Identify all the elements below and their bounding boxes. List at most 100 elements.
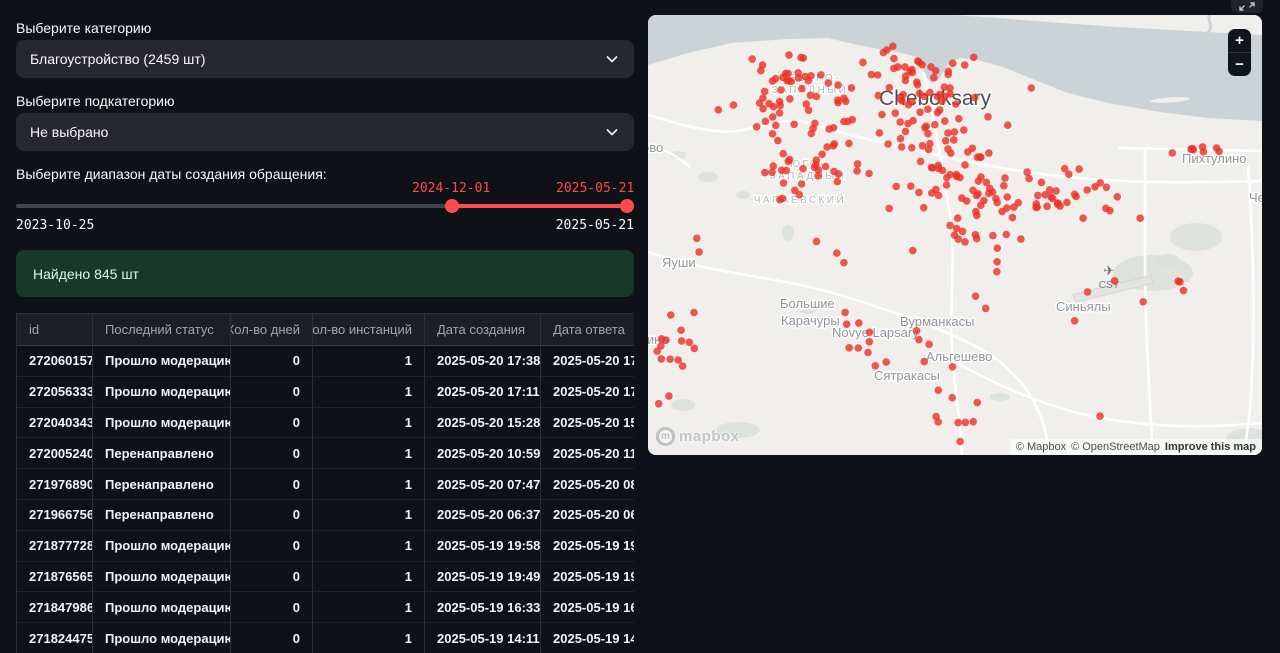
map-point[interactable] <box>993 258 1001 266</box>
map-point[interactable] <box>993 199 1001 207</box>
map-point[interactable] <box>1136 214 1144 222</box>
map-point[interactable] <box>909 69 917 77</box>
map-point[interactable] <box>818 151 826 159</box>
map-point[interactable] <box>855 344 863 352</box>
map-point[interactable] <box>898 143 906 151</box>
map-point[interactable] <box>976 153 984 161</box>
map-point[interactable] <box>907 182 915 190</box>
map-point[interactable] <box>985 149 993 157</box>
map-point[interactable] <box>678 337 686 345</box>
map-point[interactable] <box>653 347 661 355</box>
map-point[interactable] <box>1032 200 1040 208</box>
map-point[interactable] <box>904 120 912 128</box>
map-point[interactable] <box>715 106 723 114</box>
map-canvas[interactable]: ✈CSYСЕВЕРО-ЗАПАДНЫЙЮГО-ЗАПАДНЫЙЧАПАЕВСКИ… <box>648 15 1262 455</box>
map-point[interactable] <box>962 419 970 427</box>
map-point[interactable] <box>759 105 767 113</box>
map-point[interactable] <box>772 122 780 130</box>
map-point[interactable] <box>843 320 851 328</box>
map-point[interactable] <box>834 81 842 89</box>
map-point[interactable] <box>1000 182 1008 190</box>
map-point[interactable] <box>954 419 962 427</box>
map-point[interactable] <box>1199 143 1207 151</box>
map-point[interactable] <box>943 181 951 189</box>
map-point[interactable] <box>935 165 943 173</box>
map-point[interactable] <box>925 146 933 154</box>
map-point[interactable] <box>817 71 825 79</box>
map-point[interactable] <box>1096 179 1104 187</box>
map-point[interactable] <box>679 362 687 370</box>
map-point[interactable] <box>927 63 935 71</box>
map-point[interactable] <box>1103 184 1111 192</box>
map-point[interactable] <box>769 130 777 138</box>
map-point[interactable] <box>765 100 773 108</box>
map-point[interactable] <box>1003 204 1011 212</box>
map-point[interactable] <box>783 77 791 85</box>
map-point[interactable] <box>785 51 793 59</box>
mapbox-logo[interactable]: m mapbox <box>656 427 740 446</box>
map-point[interactable] <box>840 259 848 267</box>
map-point[interactable] <box>899 91 907 99</box>
map-point[interactable] <box>916 90 924 98</box>
map-point[interactable] <box>1075 165 1083 173</box>
map-point[interactable] <box>969 418 977 426</box>
map-point[interactable] <box>1169 149 1177 157</box>
subcategory-select[interactable]: Не выбрано <box>16 113 634 151</box>
map-point[interactable] <box>803 100 811 108</box>
map-point[interactable] <box>859 59 867 67</box>
map-point[interactable] <box>1003 193 1011 201</box>
slider-start-thumb[interactable] <box>445 199 459 213</box>
map-point[interactable] <box>686 339 694 347</box>
map-point[interactable] <box>884 140 892 148</box>
map-point[interactable] <box>945 68 953 76</box>
map-point[interactable] <box>970 54 978 62</box>
map-point[interactable] <box>809 125 817 133</box>
map-point[interactable] <box>961 238 969 246</box>
map-point[interactable] <box>812 161 820 169</box>
map-point[interactable] <box>1023 168 1031 176</box>
map-point[interactable] <box>909 247 917 255</box>
map-point[interactable] <box>1009 214 1017 222</box>
map-point[interactable] <box>973 235 981 243</box>
category-select[interactable]: Благоустройство (2459 шт) <box>16 40 634 78</box>
map-point[interactable] <box>786 95 794 103</box>
attribution-improve-link[interactable]: Improve this map <box>1165 441 1256 453</box>
map-point[interactable] <box>883 46 891 54</box>
map-point[interactable] <box>876 129 884 137</box>
map-point[interactable] <box>769 113 777 121</box>
map-point[interactable] <box>1056 202 1064 210</box>
map-point[interactable] <box>930 74 938 82</box>
map-point[interactable] <box>768 169 776 177</box>
map-point[interactable] <box>814 172 822 180</box>
map-point[interactable] <box>938 97 946 105</box>
map-point[interactable] <box>1180 287 1188 295</box>
map-point[interactable] <box>777 86 785 94</box>
map-point[interactable] <box>830 168 838 176</box>
zoom-out-button[interactable]: − <box>1228 53 1251 76</box>
map-point[interactable] <box>943 174 951 182</box>
map-point[interactable] <box>882 358 890 366</box>
map-point[interactable] <box>944 129 952 137</box>
map-point[interactable] <box>776 109 784 117</box>
map-point[interactable] <box>769 77 777 85</box>
map-point[interactable] <box>971 94 979 102</box>
map-point[interactable] <box>961 161 969 169</box>
map-point[interactable] <box>776 102 784 110</box>
map-point[interactable] <box>1043 203 1051 211</box>
map-point[interactable] <box>949 363 957 371</box>
map-point[interactable] <box>1025 175 1033 183</box>
map-point[interactable] <box>813 93 821 101</box>
map-point[interactable] <box>1072 193 1080 201</box>
map-point[interactable] <box>1079 214 1087 222</box>
map-point[interactable] <box>693 235 701 243</box>
map-point[interactable] <box>1028 84 1036 92</box>
map-point[interactable] <box>982 305 990 313</box>
map-point[interactable] <box>834 96 842 104</box>
map-point[interactable] <box>975 177 983 185</box>
map-point[interactable] <box>748 55 756 63</box>
map-point[interactable] <box>761 88 769 96</box>
map-point[interactable] <box>925 341 933 349</box>
map-point[interactable] <box>872 362 880 370</box>
attribution-osm-link[interactable]: © OpenStreetMap <box>1071 441 1160 453</box>
map-point[interactable] <box>954 214 962 222</box>
